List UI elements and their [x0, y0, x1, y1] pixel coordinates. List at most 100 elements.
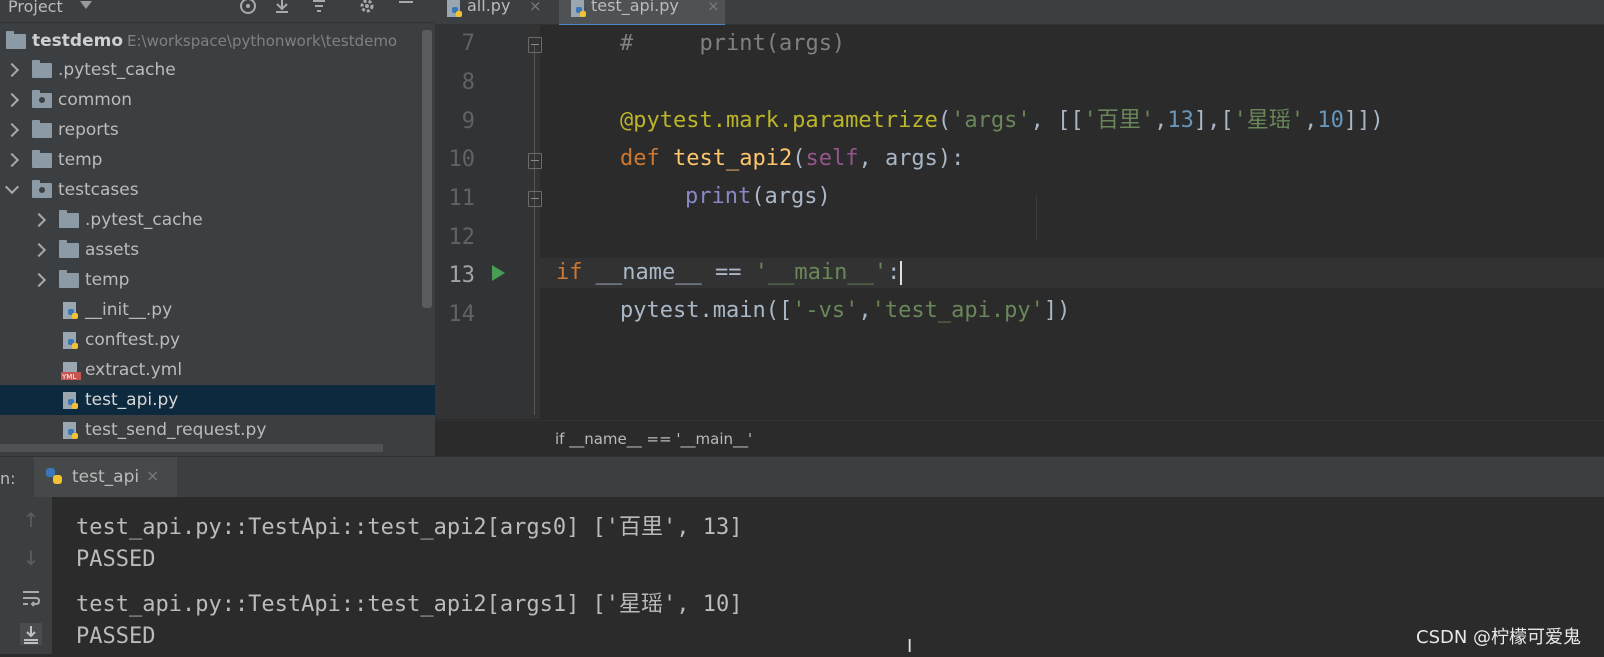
- chevron-right-icon[interactable]: [4, 92, 20, 108]
- code-line-13: if __name__ == '__main__':: [540, 258, 1604, 288]
- python-file-icon: [447, 0, 462, 17]
- project-panel: Project testdemo E:\workspace\pythonwork…: [0, 0, 435, 456]
- close-icon[interactable]: ×: [146, 466, 159, 485]
- close-icon[interactable]: ×: [529, 0, 542, 15]
- tree-item-testcases-temp[interactable]: temp: [0, 265, 435, 295]
- chevron-right-icon[interactable]: [4, 122, 20, 138]
- console-line: PASSED: [76, 547, 156, 572]
- package-folder-icon: [32, 180, 52, 198]
- tree-item-testcases[interactable]: testcases: [0, 175, 435, 205]
- chevron-right-icon[interactable]: [4, 62, 20, 78]
- breadcrumb-item[interactable]: if __name__ == '__main__': [555, 430, 752, 448]
- project-vertical-scrollbar[interactable]: [422, 30, 432, 308]
- project-panel-header: Project: [0, 0, 435, 23]
- tree-item-conftest-py[interactable]: conftest.py: [0, 325, 435, 355]
- project-horizontal-scrollbar[interactable]: [0, 444, 383, 452]
- tree-item-label: temp: [58, 150, 103, 170]
- code-line-10: def test_api2(self, args):: [620, 146, 965, 171]
- fold-marker-icon[interactable]: [528, 191, 542, 207]
- run-gutter-icon[interactable]: [492, 265, 505, 281]
- project-panel-title[interactable]: Project: [8, 0, 63, 16]
- line-number: 7: [461, 31, 475, 56]
- code-editor[interactable]: 7 8 9 10 11 12 13 14 # print(args) @pyte…: [435, 25, 1604, 419]
- minimize-icon[interactable]: [396, 0, 416, 16]
- scroll-to-end-icon[interactable]: [20, 623, 42, 645]
- line-number: 14: [448, 302, 476, 327]
- chevron-right-icon[interactable]: [4, 152, 20, 168]
- tree-root-testdemo[interactable]: testdemo E:\workspace\pythonwork\testdem…: [0, 26, 435, 56]
- tree-item-label: common: [58, 90, 133, 110]
- locate-icon[interactable]: [238, 0, 258, 16]
- tree-item-init-py[interactable]: __init__.py: [0, 295, 435, 325]
- python-icon: [46, 468, 62, 484]
- tree-item-label: temp: [85, 270, 130, 290]
- tree-item-assets[interactable]: assets: [0, 235, 435, 265]
- fold-marker-icon[interactable]: [528, 37, 542, 53]
- fold-marker-icon[interactable]: [528, 153, 542, 169]
- watermark: CSDN @柠檬可爱鬼: [1416, 627, 1582, 648]
- chevron-down-icon[interactable]: [4, 179, 20, 195]
- chevron-right-icon[interactable]: [31, 242, 47, 258]
- chevron-right-icon[interactable]: [31, 272, 47, 288]
- line-number-current: 13: [448, 263, 476, 288]
- tree-item-test-send-request-py[interactable]: test_send_request.py: [0, 415, 435, 445]
- tree-item-reports[interactable]: reports: [0, 115, 435, 145]
- line-number: 10: [448, 147, 476, 172]
- tree-item-extract-yml[interactable]: YML extract.yml: [0, 355, 435, 385]
- root-name: testdemo: [32, 31, 123, 51]
- run-tab-label: test_api: [72, 467, 140, 487]
- chevron-right-icon[interactable]: [31, 212, 47, 228]
- tree-item-test-api-py[interactable]: test_api.py: [0, 385, 435, 415]
- code-line-9: @pytest.mark.parametrize('args', [['百里',…: [620, 108, 1384, 133]
- tab-all-py[interactable]: all.py ×: [435, 0, 547, 24]
- console-line: test_api.py::TestApi::test_api2[args1] […: [76, 592, 743, 617]
- python-file-icon: [63, 302, 78, 319]
- tree-item-label: .pytest_cache: [85, 210, 203, 230]
- indent-guide: [1036, 195, 1037, 240]
- run-panel-title: n:: [0, 469, 16, 488]
- text-cursor: [900, 261, 903, 285]
- soft-wrap-icon[interactable]: [20, 587, 42, 609]
- arrow-down-icon[interactable]: ↓: [20, 547, 42, 569]
- tab-test-api-py[interactable]: test_api.py ×: [559, 0, 725, 27]
- run-console[interactable]: test_api.py::TestApi::test_api2[args0] […: [52, 497, 1604, 654]
- editor-gutter: 7 8 9 10 11 12 13 14: [435, 25, 542, 419]
- run-toolbar: ↑ ↓: [0, 497, 52, 654]
- tree-item-label: __init__.py: [85, 300, 173, 320]
- yml-file-icon: YML: [61, 362, 81, 381]
- arrow-up-icon[interactable]: ↑: [20, 509, 42, 531]
- folder-icon: [32, 150, 52, 168]
- editor-tab-bar: all.py × test_api.py ×: [435, 0, 1604, 27]
- package-folder-icon: [32, 90, 52, 108]
- folder-icon: [59, 210, 79, 228]
- close-icon[interactable]: ×: [707, 0, 720, 15]
- fold-guide-line: [534, 45, 535, 415]
- python-file-icon: [63, 332, 78, 349]
- gear-icon[interactable]: [357, 0, 377, 16]
- breadcrumb: if __name__ == '__main__': [435, 420, 1604, 457]
- console-line: PASSED: [76, 624, 156, 649]
- tree-item-temp[interactable]: temp: [0, 145, 435, 175]
- code-line-14: pytest.main(['-vs','test_api.py']): [620, 298, 1071, 323]
- code-line-11: print(args): [685, 184, 831, 209]
- tree-item-common[interactable]: common: [0, 85, 435, 115]
- tree-item-label: assets: [85, 240, 140, 260]
- svg-text:YML: YML: [61, 373, 76, 381]
- code-line-7: # print(args): [620, 31, 846, 56]
- python-file-icon: [571, 0, 586, 17]
- root-path: E:\workspace\pythonwork\testdemo: [127, 32, 398, 50]
- python-file-icon: [63, 422, 78, 439]
- collapse-all-icon[interactable]: [309, 0, 329, 16]
- line-number: 8: [461, 70, 475, 95]
- expand-all-icon[interactable]: [272, 0, 292, 16]
- line-number: 9: [461, 109, 475, 134]
- tree-item-label: .pytest_cache: [58, 60, 176, 80]
- tree-item-label: conftest.py: [85, 330, 181, 350]
- folder-icon: [59, 270, 79, 288]
- tab-label: test_api.py: [591, 0, 679, 15]
- line-number: 11: [448, 186, 476, 211]
- tab-run-test-api[interactable]: test_api ×: [34, 457, 177, 500]
- chevron-down-icon[interactable]: [80, 1, 92, 9]
- tree-item-pytest-cache[interactable]: .pytest_cache: [0, 55, 435, 85]
- tree-item-testcases-pytest-cache[interactable]: .pytest_cache: [0, 205, 435, 235]
